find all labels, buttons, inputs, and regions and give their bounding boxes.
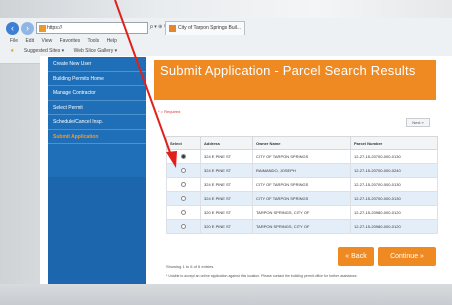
- back-nav-icon[interactable]: ‹: [6, 22, 19, 35]
- column-header-select[interactable]: Select: [166, 136, 201, 150]
- table-header-row: Select Address Owner Name Parcel Number: [166, 136, 438, 150]
- footnote: * Unable to accept an online application…: [166, 274, 358, 278]
- table-row[interactable]: 324 E PINE ST RAIMANDO, JOSEPH 12-27-15-…: [166, 163, 438, 178]
- owner-cell: CITY OF TARPON SPRINGS: [252, 177, 351, 192]
- address-cell: 320 E PINE ST: [200, 205, 253, 220]
- column-header-address[interactable]: Address: [200, 136, 253, 150]
- sidebar-item-building-permits-home[interactable]: Building Permits Home: [48, 72, 146, 86]
- photo-bottom-edge: [0, 284, 452, 305]
- owner-cell: CITY OF TARPON SPRINGS: [252, 191, 351, 206]
- radio-button-selected[interactable]: [181, 154, 186, 160]
- address-cell: 320 E PINE ST: [200, 219, 253, 234]
- address-cell: 324 E PINE ST: [200, 163, 253, 178]
- radio-button[interactable]: [181, 182, 186, 188]
- column-header-parcel[interactable]: Parcel Number: [350, 136, 438, 150]
- parcel-cell: 12-27-15-20700-000-0130: [350, 177, 438, 192]
- table-row[interactable]: 324 E PINE ST CITY OF TARPON SPRINGS 12-…: [166, 191, 438, 206]
- parcel-cell: 12-27-15-20700-000-0240: [350, 163, 438, 178]
- address-text: https://: [47, 25, 63, 31]
- radio-button[interactable]: [181, 196, 186, 202]
- table-row[interactable]: 324 E PINE ST CITY OF TARPON SPRINGS 12-…: [166, 149, 438, 164]
- address-cell: 324 E PINE ST: [200, 191, 253, 206]
- select-cell[interactable]: [166, 163, 201, 178]
- required-note: * = Required: [158, 109, 181, 114]
- table-row[interactable]: 324 E PINE ST CITY OF TARPON SPRINGS 12-…: [166, 177, 438, 192]
- tab-favicon-icon: [169, 25, 176, 32]
- menu-file[interactable]: File: [10, 38, 18, 44]
- sidebar-item-schedule-cancel-insp[interactable]: Schedule/Cancel Insp.: [48, 115, 146, 130]
- sidebar: Create New User Building Permits Home Ma…: [48, 57, 146, 305]
- continue-button[interactable]: Continue »: [378, 247, 436, 266]
- favorites-bar: ★ Suggested Sites ▾ Web Slice Gallery ▾: [10, 48, 125, 54]
- table-row[interactable]: 320 E PINE ST TARPON SPRINGS, CITY OF 12…: [166, 205, 438, 220]
- parcel-cell: 12-27-15-20700-000-0130: [350, 149, 438, 164]
- favorites-star-icon[interactable]: ★: [10, 48, 14, 54]
- sidebar-item-manage-contractor[interactable]: Manage Contractor: [48, 86, 146, 101]
- parcel-cell: 12-27-15-20980-000-0120: [350, 205, 438, 220]
- menu-bar: File Edit View Favorites Tools Help: [10, 38, 123, 44]
- table-row[interactable]: 320 E PINE ST TARPON SPRINGS, CITY OF 12…: [166, 219, 438, 234]
- browser-tab[interactable]: City of Tarpon Springs Buil...: [165, 21, 245, 35]
- owner-cell: TARPON SPRINGS, CITY OF: [252, 219, 351, 234]
- entries-count: Showing 1 to 6 of 6 entries: [166, 264, 214, 269]
- screen-photo: ‹ › https:// ρ ▾ ⊕ ↻ City of Tarpon Spri…: [0, 0, 452, 305]
- parcel-cell: 12-27-15-20980-000-0120: [350, 219, 438, 234]
- radio-button[interactable]: [181, 224, 186, 230]
- menu-edit[interactable]: Edit: [25, 38, 34, 44]
- address-cell: 324 E PINE ST: [200, 149, 253, 164]
- favorite-web-slice[interactable]: Web Slice Gallery ▾: [74, 48, 118, 54]
- select-cell[interactable]: [166, 219, 201, 234]
- address-cell: 324 E PINE ST: [200, 177, 253, 192]
- sidebar-item-submit-application[interactable]: Submit Application: [48, 130, 146, 144]
- page-title: Submit Application - Parcel Search Resul…: [160, 63, 416, 78]
- select-cell[interactable]: [166, 191, 201, 206]
- owner-cell: TARPON SPRINGS, CITY OF: [252, 205, 351, 220]
- radio-button[interactable]: [181, 210, 186, 216]
- favorite-suggested-sites[interactable]: Suggested Sites ▾: [24, 48, 64, 54]
- sidebar-item-create-new-user[interactable]: Create New User: [48, 57, 146, 72]
- tab-title: City of Tarpon Springs Buil...: [178, 25, 241, 31]
- address-bar[interactable]: https://: [36, 22, 148, 34]
- forward-nav-icon[interactable]: ›: [21, 22, 34, 35]
- menu-favorites[interactable]: Favorites: [60, 38, 81, 44]
- sidebar-item-select-permit[interactable]: Select Permit: [48, 101, 146, 115]
- back-button[interactable]: « Back: [338, 247, 374, 266]
- page-header: Submit Application - Parcel Search Resul…: [154, 60, 436, 100]
- main-content: Submit Application - Parcel Search Resul…: [152, 57, 440, 305]
- owner-cell: RAIMANDO, JOSEPH: [252, 163, 351, 178]
- select-cell[interactable]: [166, 149, 201, 164]
- parcel-cell: 12-27-15-20700-000-0130: [350, 191, 438, 206]
- select-cell[interactable]: [166, 205, 201, 220]
- owner-cell: CITY OF TARPON SPRINGS: [252, 149, 351, 164]
- next-button[interactable]: Next »: [406, 118, 430, 127]
- select-cell[interactable]: [166, 177, 201, 192]
- menu-help[interactable]: Help: [107, 38, 117, 44]
- site-icon: [39, 25, 46, 32]
- radio-button[interactable]: [181, 168, 186, 174]
- parcel-results-table: Select Address Owner Name Parcel Number …: [166, 136, 438, 234]
- menu-view[interactable]: View: [41, 38, 52, 44]
- menu-tools[interactable]: Tools: [87, 38, 99, 44]
- column-header-owner[interactable]: Owner Name: [252, 136, 351, 150]
